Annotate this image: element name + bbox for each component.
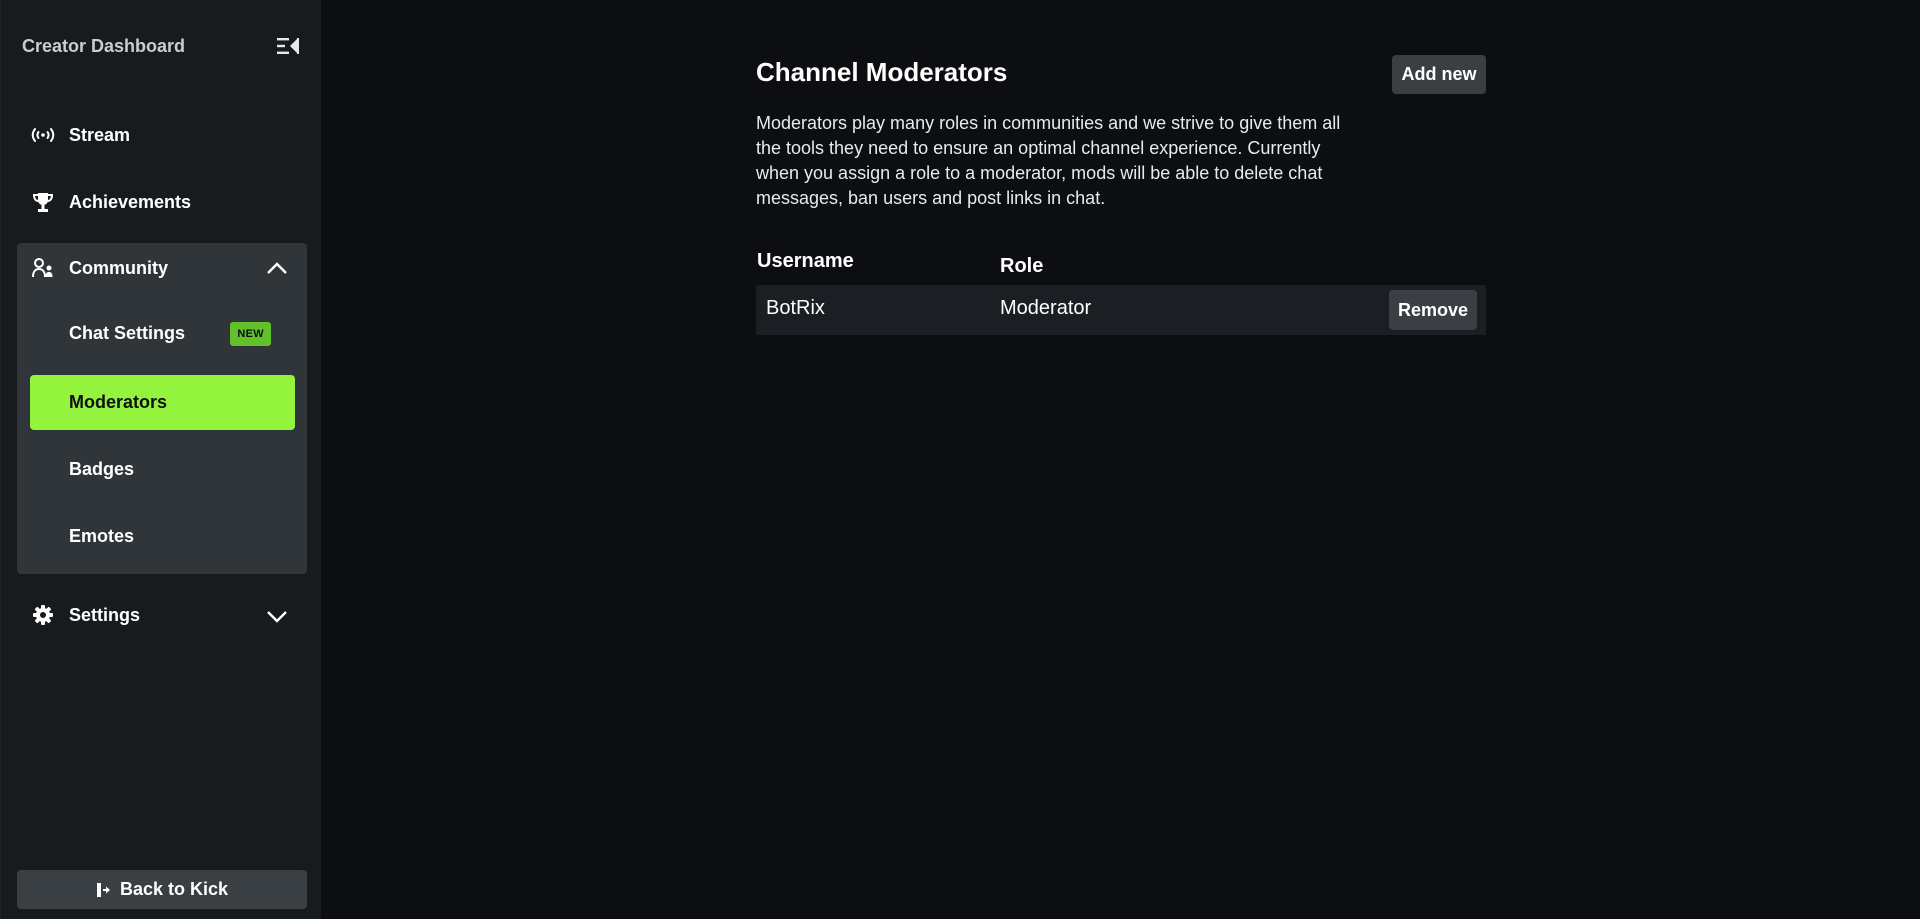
sidebar-subitem-emotes[interactable]: Emotes [30, 509, 295, 564]
chevron-down-icon [265, 604, 289, 628]
sidebar-item-settings[interactable]: Settings [17, 590, 307, 640]
page-title: Channel Moderators [756, 57, 1008, 87]
sidebar-item-stream[interactable]: Stream [17, 110, 307, 160]
new-badge: NEW [230, 322, 271, 346]
sidebar-subitem-moderators[interactable]: Moderators [30, 375, 295, 430]
sidebar-subitem-chat-settings[interactable]: Chat Settings NEW [30, 306, 295, 361]
sidebar-item-label: Settings [69, 604, 141, 625]
column-header-username: Username [757, 250, 854, 272]
back-to-kick-label: Back to Kick [119, 879, 229, 899]
cell-role: Moderator [1000, 297, 1092, 319]
sidebar-header: Creator Dashboard [22, 33, 301, 59]
table-row: BotRix Moderator Remove [756, 285, 1486, 335]
remove-button[interactable]: Remove [1389, 290, 1477, 330]
cell-username: BotRix [766, 297, 825, 319]
column-header-role: Role [1000, 255, 1044, 277]
sidebar-subitem-label: Emotes [69, 526, 135, 546]
broadcast-icon [31, 123, 55, 147]
community-icon [31, 256, 55, 280]
sidebar-item-label: Achievements [69, 191, 192, 212]
sidebar-item-label: Community [69, 257, 168, 278]
exit-icon [96, 881, 114, 899]
sidebar-subitem-label: Badges [69, 459, 135, 479]
sidebar-item-label: Stream [69, 124, 131, 145]
gear-icon [31, 603, 55, 627]
trophy-icon [31, 190, 55, 214]
add-new-button[interactable]: Add new [1392, 55, 1486, 94]
sidebar-item-community[interactable]: Community [17, 243, 307, 293]
sidebar-subitem-label: Chat Settings [69, 323, 186, 343]
sidebar-subitem-label: Moderators [69, 392, 168, 412]
sidebar-item-achievements[interactable]: Achievements [17, 177, 307, 227]
back-to-kick-button[interactable]: Back to Kick [17, 870, 307, 909]
community-group: Community Chat Settings NEW Moderators B… [17, 243, 307, 574]
page-description: Moderators play many roles in communitie… [756, 113, 1341, 208]
sidebar-title: Creator Dashboard [22, 35, 186, 56]
sidebar-subitem-badges[interactable]: Badges [30, 442, 295, 497]
sidebar-collapse-icon[interactable] [275, 33, 301, 59]
sidebar: Creator Dashboard Stream Achievements Co… [0, 0, 321, 919]
chevron-up-icon [265, 257, 289, 281]
